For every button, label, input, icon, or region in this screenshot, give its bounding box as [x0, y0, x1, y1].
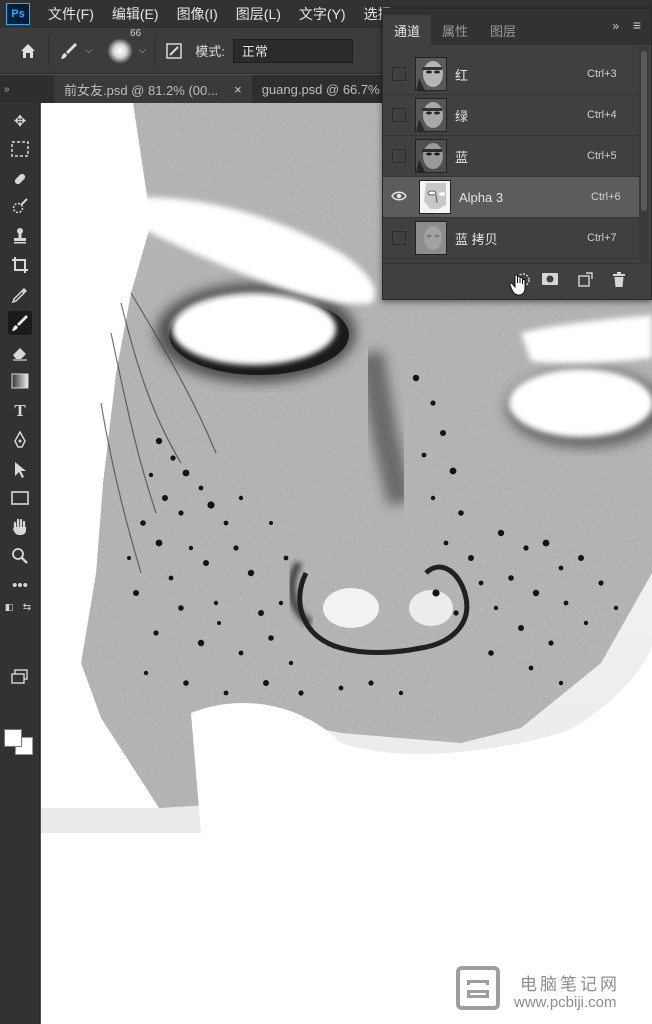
- channel-shortcut: Ctrl+5: [587, 150, 617, 162]
- rectangle-tool-icon[interactable]: [8, 486, 32, 510]
- eyedropper-tool-icon[interactable]: [8, 283, 32, 307]
- channel-shortcut: Ctrl+7: [587, 232, 617, 244]
- channel-shortcut: Ctrl+3: [587, 68, 617, 80]
- document-tab-active[interactable]: 前女友.psd @ 81.2% (00... ×: [54, 75, 252, 103]
- pen-tool-icon[interactable]: [8, 428, 32, 452]
- type-tool-icon[interactable]: T: [8, 399, 32, 423]
- tab-layers[interactable]: 图层: [479, 15, 527, 45]
- channel-row-alpha-3[interactable]: Alpha 3 Ctrl+6: [383, 177, 639, 218]
- brush-size-value: 66: [130, 28, 142, 39]
- channel-name: 蓝 拷贝: [455, 231, 498, 247]
- mode-select[interactable]: 正常: [232, 38, 353, 63]
- tab-channels[interactable]: 通道: [383, 15, 432, 45]
- brush-tool-icon[interactable]: [8, 311, 32, 335]
- tab-properties[interactable]: 属性: [431, 15, 479, 45]
- watermark: 电脑笔记网 www.pcbiji.com: [456, 964, 646, 1014]
- move-tool-icon[interactable]: ✥: [8, 109, 32, 133]
- watermark-url: www.pcbiji.com: [514, 994, 617, 1011]
- photoshop-logo: Ps: [6, 3, 30, 25]
- brush-settings-icon[interactable]: [163, 40, 185, 62]
- channel-thumbnail: [415, 221, 447, 255]
- panel-menu-icon[interactable]: ≡: [633, 17, 641, 33]
- collapse-panels-icon[interactable]: »: [4, 84, 18, 95]
- toolbox: ✥ T ••• ◧ ⇆: [0, 103, 40, 1024]
- channel-row-blue-copy[interactable]: 蓝 拷贝 Ctrl+7: [383, 218, 639, 259]
- channel-name: 蓝: [455, 149, 469, 165]
- channel-thumbnail: [419, 180, 451, 214]
- panel-scrollbar[interactable]: [639, 47, 649, 263]
- eraser-healing-tool-icon[interactable]: [8, 167, 32, 191]
- tool-preset-chevron-icon[interactable]: ⌵: [85, 45, 93, 56]
- document-tab-label: 前女友.psd @ 81.2% (00...: [64, 82, 219, 98]
- panel-tab-bar: 通道 属性 图层 » ≡: [383, 9, 651, 45]
- eye-icon[interactable]: [387, 190, 411, 205]
- brush-picker-chevron-icon[interactable]: ⌵: [139, 45, 147, 56]
- menu-edit[interactable]: 编辑(E): [112, 4, 159, 24]
- channel-row-green[interactable]: 绿 Ctrl+4: [383, 95, 639, 136]
- scrollbar-thumb[interactable]: [641, 51, 647, 211]
- channel-thumbnail: [415, 98, 447, 132]
- new-channel-icon[interactable]: [575, 272, 595, 290]
- menu-type[interactable]: 文字(Y): [299, 4, 346, 24]
- watermark-logo-icon: [456, 966, 500, 1010]
- panel-footer: [383, 263, 651, 299]
- crop-tool-icon[interactable]: [8, 253, 32, 277]
- brush-preset-picker[interactable]: [106, 37, 133, 64]
- channel-name: 红: [455, 67, 469, 83]
- menu-layer[interactable]: 图层(L): [236, 4, 281, 24]
- channel-thumbnail: [415, 139, 447, 173]
- zoom-tool-icon[interactable]: [8, 544, 32, 568]
- visibility-toggle[interactable]: [392, 231, 406, 245]
- document-tab-label: guang.psd @ 66.7%: [261, 81, 380, 97]
- mode-label: 模式:: [195, 44, 225, 59]
- pointer-cursor-icon: [509, 274, 529, 296]
- delete-channel-icon[interactable]: [609, 272, 629, 290]
- save-selection-as-channel-icon[interactable]: [540, 272, 560, 290]
- channel-name: 绿: [455, 108, 469, 124]
- menu-image[interactable]: 图像(I): [177, 4, 218, 24]
- gradient-tool-icon[interactable]: [8, 369, 32, 393]
- channel-row-blue[interactable]: 蓝 Ctrl+5: [383, 136, 639, 177]
- divider: [48, 35, 49, 66]
- quick-selection-tool-icon[interactable]: [8, 195, 32, 219]
- swap-colors-icon[interactable]: ⇆: [20, 600, 34, 614]
- channel-thumbnail: [415, 57, 447, 91]
- channel-row-red[interactable]: 红 Ctrl+3: [383, 54, 639, 95]
- visibility-toggle[interactable]: [392, 67, 406, 81]
- default-colors-icon[interactable]: ◧: [2, 600, 16, 614]
- close-icon[interactable]: ×: [234, 82, 242, 97]
- screen-mode-icon[interactable]: [8, 665, 32, 689]
- home-icon[interactable]: [16, 39, 40, 63]
- foreground-color-swatch[interactable]: [4, 729, 22, 747]
- expand-panel-icon[interactable]: »: [612, 19, 619, 33]
- menu-file[interactable]: 文件(F): [48, 4, 94, 24]
- watermark-title: 电脑笔记网: [520, 975, 620, 994]
- channels-panel: 通道 属性 图层 » ≡ 红 Ctrl+3 绿 Ctrl+4 蓝 Ctrl+5: [382, 8, 652, 300]
- more-tools-icon[interactable]: •••: [8, 573, 32, 597]
- visibility-toggle[interactable]: [392, 108, 406, 122]
- marquee-tool-icon[interactable]: [8, 137, 32, 161]
- divider: [154, 35, 156, 66]
- channel-name: Alpha 3: [459, 189, 504, 205]
- channel-shortcut: Ctrl+4: [587, 109, 617, 121]
- hand-tool-icon[interactable]: [8, 515, 32, 539]
- stamp-tool-icon[interactable]: [8, 224, 32, 248]
- channel-shortcut: Ctrl+6: [591, 191, 621, 203]
- eraser-tool-icon[interactable]: [8, 341, 32, 365]
- path-selection-tool-icon[interactable]: [8, 458, 32, 482]
- brush-tool-icon[interactable]: [57, 39, 81, 63]
- visibility-toggle[interactable]: [392, 149, 406, 163]
- document-tab[interactable]: guang.psd @ 66.7%: [252, 75, 390, 103]
